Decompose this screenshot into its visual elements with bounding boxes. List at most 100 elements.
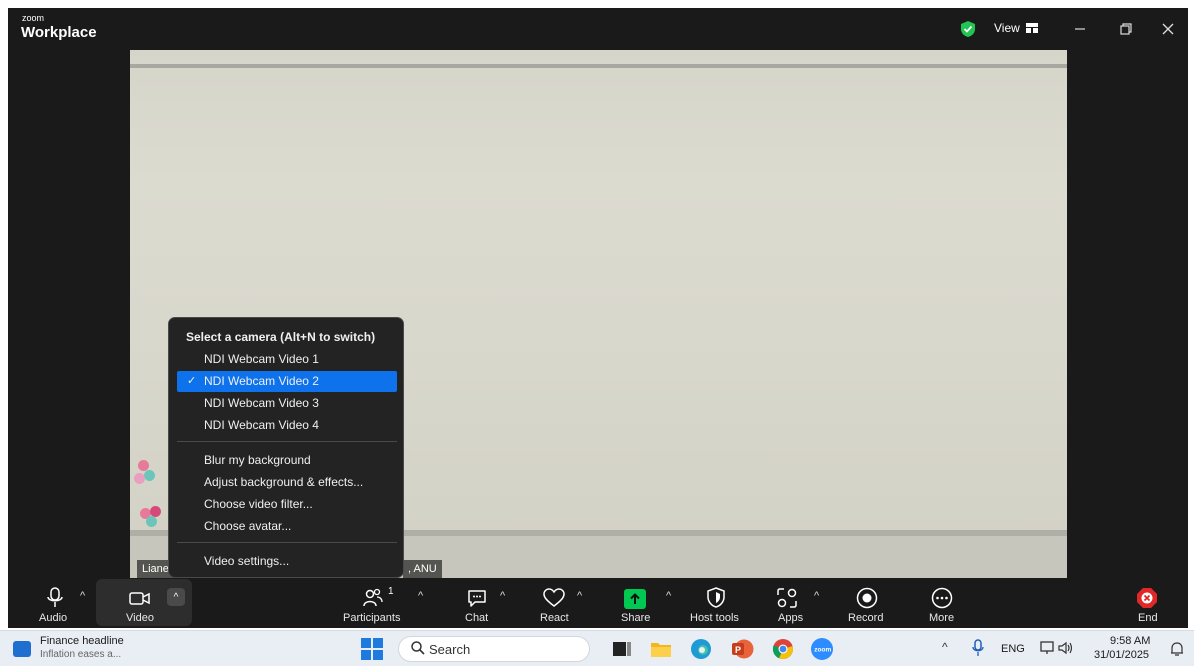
participants-icon [363,588,383,607]
menu-divider [177,441,397,442]
magnet [134,473,145,484]
record-icon [856,587,878,609]
select-camera-menu: Select a camera (Alt+N to switch) NDI We… [168,317,404,578]
more-label: More [929,612,955,624]
share-button[interactable]: Share [616,578,656,628]
video-settings-option[interactable]: Video settings... [177,551,397,572]
choose-avatar-option[interactable]: Choose avatar... [177,516,397,537]
audio-label: Audio [39,612,68,624]
participants-count: 1 [388,586,394,597]
option-label: Video settings... [204,554,290,568]
minimize-button[interactable] [1066,16,1094,42]
clock-date[interactable]: 31/01/2025 [1094,649,1149,661]
restore-icon [1120,23,1132,35]
chrome-browser-icon[interactable] [772,638,794,660]
chat-label: Chat [465,612,489,624]
option-label: Choose avatar... [204,519,292,533]
share-caret-icon[interactable]: ^ [666,590,671,602]
option-label: Choose video filter... [204,497,313,511]
option-label: Blur my background [204,453,311,467]
camera-option-4[interactable]: NDI Webcam Video 4 [177,415,397,436]
show-hidden-icons-chevron-icon[interactable]: ^ [942,640,948,654]
camera-option-label: NDI Webcam Video 1 [204,352,319,366]
security-shield-icon[interactable] [960,20,976,38]
powerpoint-icon[interactable]: P [730,638,754,660]
apps-caret-icon[interactable]: ^ [814,590,819,602]
view-grid-icon [1025,23,1038,33]
checkmark-icon: ✓ [187,375,197,387]
tray-microphone-icon[interactable] [972,639,984,657]
choose-video-filter-option[interactable]: Choose video filter... [177,494,397,515]
volume-icon[interactable] [1058,641,1074,655]
host-tools-shield-icon [707,587,725,608]
menu-divider [177,542,397,543]
view-label: View [994,21,1020,35]
react-heart-icon [543,588,565,607]
host-tools-label: Host tools [690,612,739,624]
apps-button[interactable]: Apps [770,578,804,628]
blur-background-option[interactable]: Blur my background [177,450,397,471]
news-widget-icon[interactable] [13,641,31,657]
end-label: End [1138,612,1158,624]
participants-label: Participants [343,612,401,624]
magnet [146,516,157,527]
camera-option-label: NDI Webcam Video 3 [204,396,319,410]
svg-text:P: P [735,645,741,655]
chat-icon [468,590,486,607]
audio-button[interactable]: Audio [34,578,76,628]
more-ellipsis-icon [931,587,953,609]
participants-caret-icon[interactable]: ^ [418,590,423,602]
chat-caret-icon[interactable]: ^ [500,590,505,602]
edge-browser-icon[interactable] [690,638,712,660]
svg-text:zoom: zoom [814,647,831,654]
taskbar-search-box[interactable]: Search [398,636,590,662]
video-camera-icon [129,592,150,605]
title-bar: zoom Workplace View [8,8,1188,50]
more-button[interactable]: More [926,578,958,628]
clock-time[interactable]: 9:58 AM [1110,635,1150,647]
zoom-window: zoom Workplace View Liane . , ANU Select… [8,8,1188,628]
adjust-background-option[interactable]: Adjust background & effects... [177,472,397,493]
camera-option-3[interactable]: NDI Webcam Video 3 [177,393,397,414]
share-label: Share [621,612,651,624]
news-headline-subtitle[interactable]: Inflation eases a... [40,649,121,660]
zoom-app-icon[interactable]: zoom [810,637,834,661]
end-button[interactable]: End [1132,578,1162,628]
host-tools-button[interactable]: Host tools [688,578,744,628]
task-view-icon[interactable] [612,639,632,659]
apps-icon [777,588,797,608]
input-language[interactable]: ENG [1001,643,1025,655]
minimize-icon [1075,28,1085,30]
video-label: Video [126,612,154,624]
chat-button[interactable]: Chat [460,578,494,628]
windows-start-icon[interactable] [361,638,383,660]
end-meeting-icon [1137,588,1157,608]
network-icon[interactable] [1040,641,1056,655]
news-headline-title[interactable]: Finance headline [40,635,124,647]
restore-button[interactable] [1112,16,1140,42]
microphone-icon [47,587,63,607]
file-explorer-icon[interactable] [650,639,672,659]
share-screen-icon [624,589,646,609]
camera-option-2-selected[interactable]: ✓ NDI Webcam Video 2 [177,371,397,392]
camera-option-1[interactable]: NDI Webcam Video 1 [177,349,397,370]
react-button[interactable]: React [536,578,574,628]
brand-workplace: Workplace [21,24,97,41]
video-options-caret-icon[interactable]: ^ [167,588,185,606]
notifications-bell-icon[interactable] [1170,641,1184,657]
camera-option-label: NDI Webcam Video 4 [204,418,319,432]
close-icon [1162,23,1174,35]
audio-options-caret-icon[interactable]: ^ [80,590,85,602]
windows-taskbar: Finance headline Inflation eases a... Se… [0,630,1194,666]
record-label: Record [848,612,884,624]
record-button[interactable]: Record [844,578,890,628]
react-caret-icon[interactable]: ^ [577,590,582,602]
participants-button[interactable]: 1 Participants [338,578,408,628]
view-button[interactable]: View [994,21,1038,35]
meeting-toolbar: Audio ^ Video ^ 1 Participants ^ Chat ^ … [8,578,1188,628]
camera-menu-header: Select a camera (Alt+N to switch) [186,330,376,344]
close-button[interactable] [1154,16,1182,42]
participant-name-tag-suffix: , ANU [403,560,442,578]
video-button[interactable]: Video [114,578,164,628]
whiteboard-top-edge [130,64,1067,68]
